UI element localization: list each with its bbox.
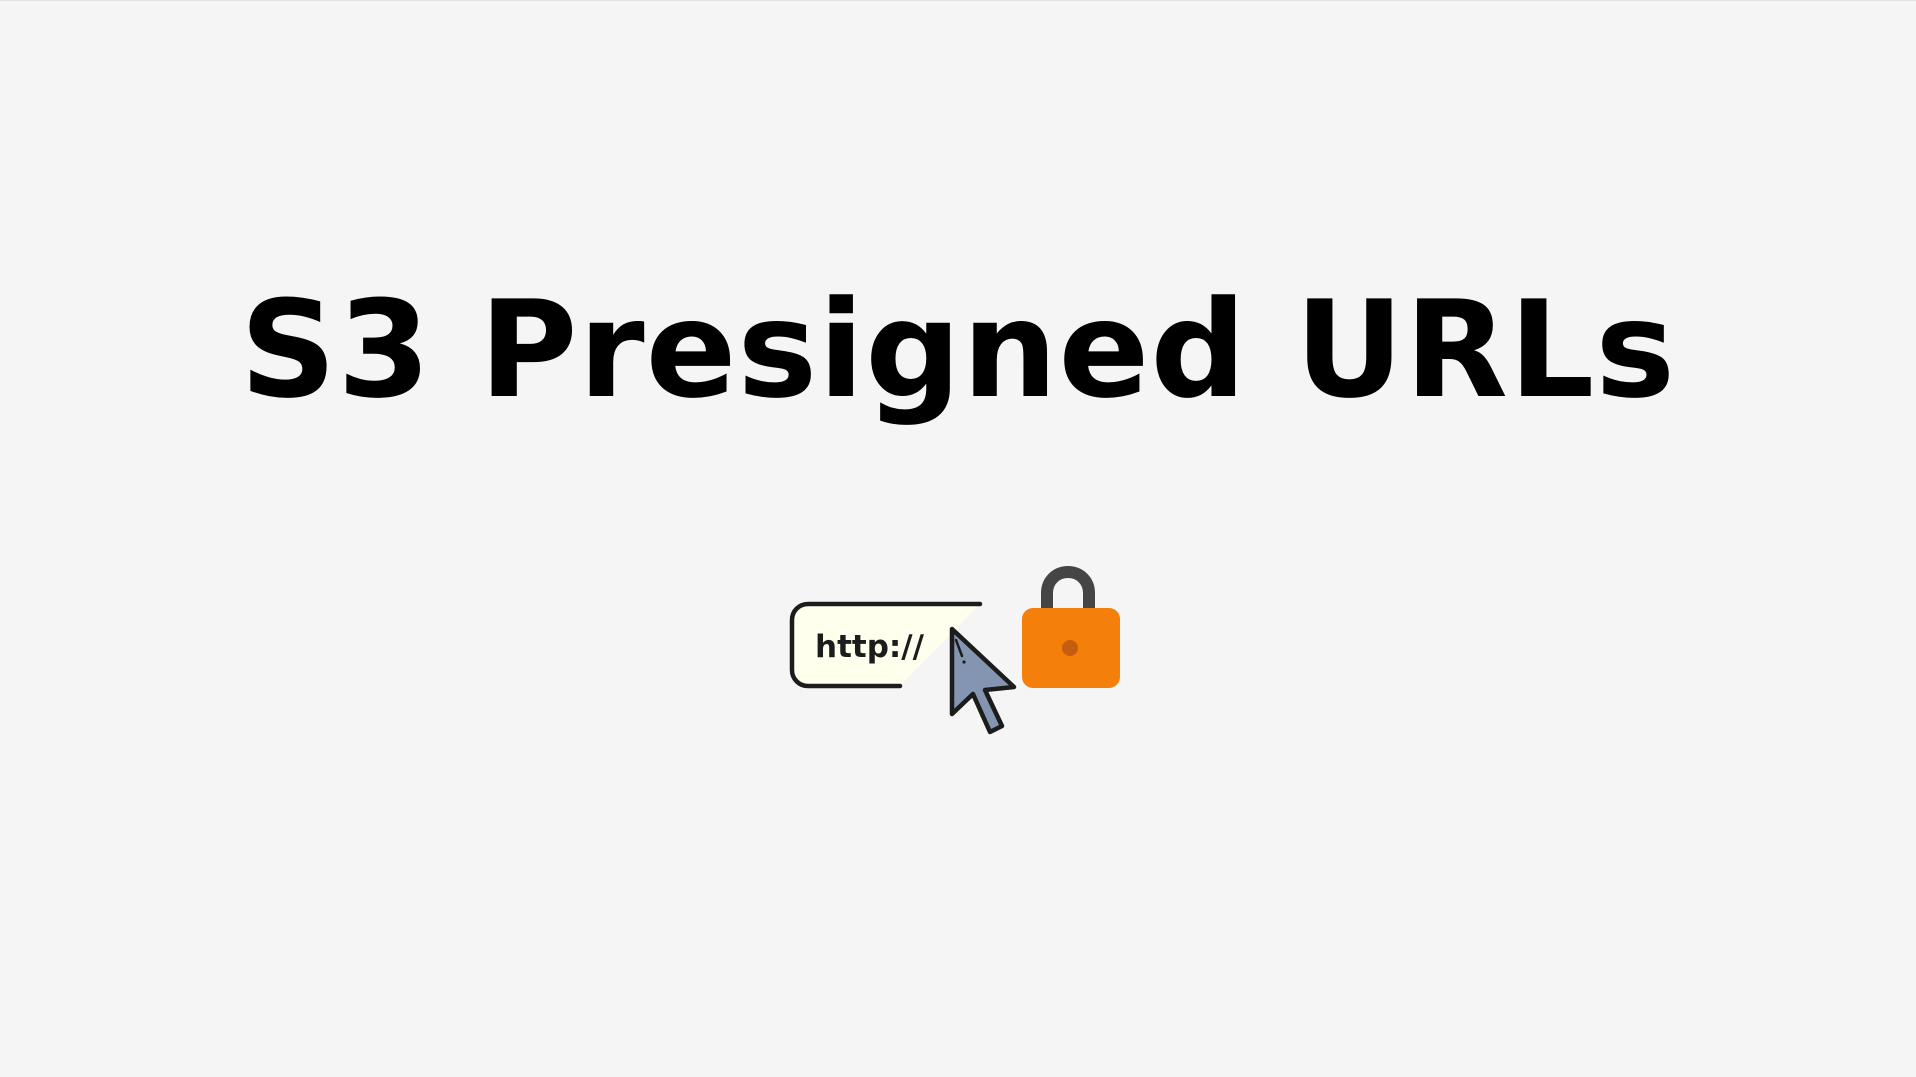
- slide-title: S3 Presigned URLs: [239, 272, 1677, 428]
- cursor-arrow-icon: [949, 626, 1017, 735]
- url-text: http://: [815, 629, 925, 665]
- top-border-line: [0, 0, 1916, 1]
- padlock-icon: [1022, 565, 1120, 688]
- presigned-url-illustration: http://: [780, 556, 1130, 750]
